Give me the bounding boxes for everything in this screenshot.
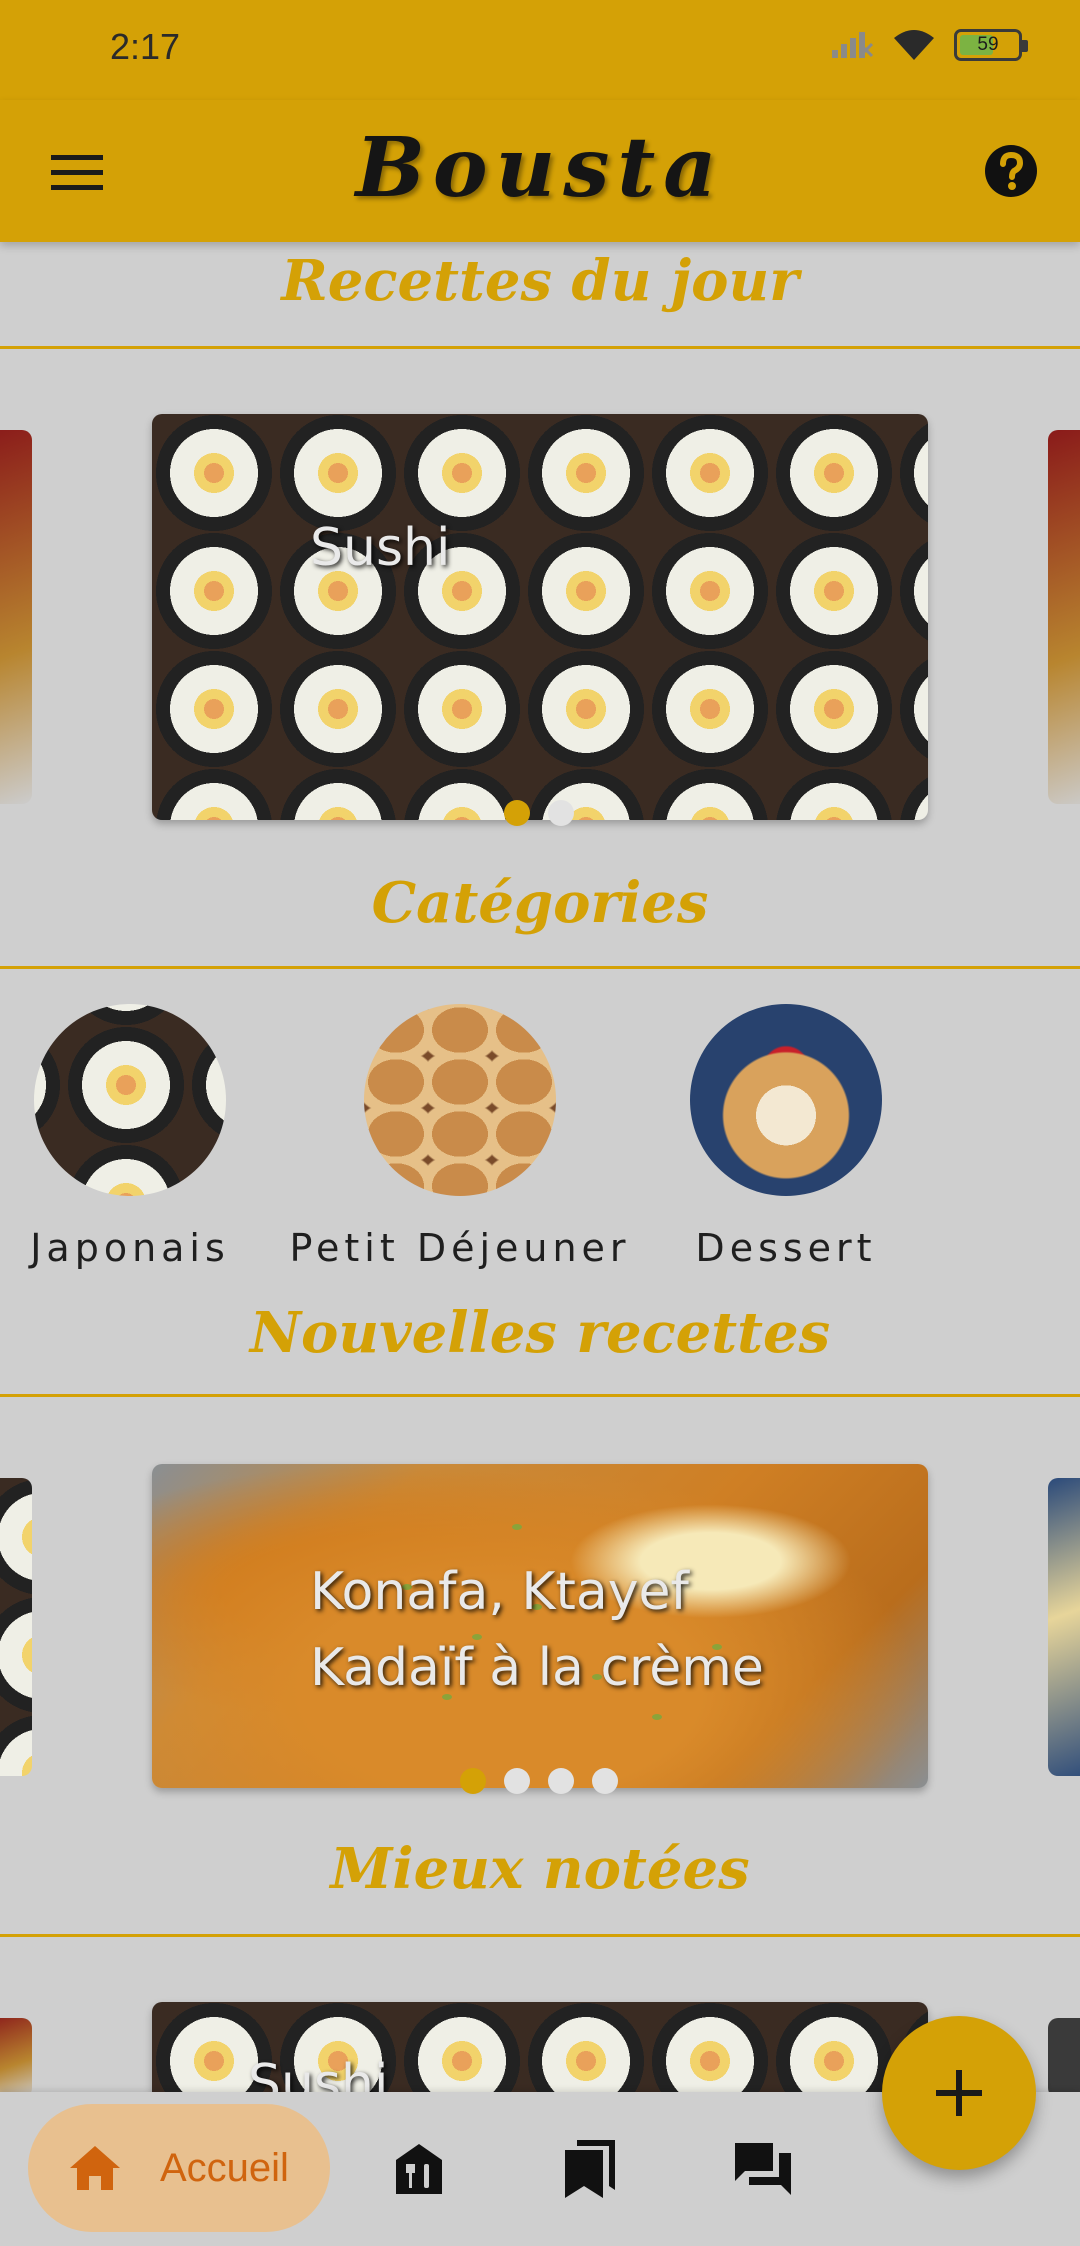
- status-bar: 2:17 59: [0, 0, 1080, 100]
- carousel-dot[interactable]: [592, 1768, 618, 1794]
- section-divider: [0, 1934, 1080, 1937]
- help-circle-icon: [985, 145, 1037, 197]
- bookmarks-icon: [565, 2140, 615, 2198]
- carousel-dot[interactable]: [460, 1768, 486, 1794]
- home-icon: [70, 2146, 120, 2190]
- wifi-icon: [894, 30, 934, 60]
- carousel-dot[interactable]: [504, 1768, 530, 1794]
- carousel-dot[interactable]: [504, 800, 530, 826]
- add-recipe-button[interactable]: [882, 2016, 1036, 2170]
- help-button[interactable]: [976, 136, 1046, 206]
- daily-carousel-indicator: [504, 800, 574, 826]
- new-recipe-caption: Konafa, Ktayef Kadaïf à la crème: [310, 1554, 764, 1706]
- section-title-categories: Catégories: [371, 870, 709, 936]
- carousel-next-card[interactable]: [1048, 2018, 1080, 2098]
- category-label: Japonais: [30, 1226, 230, 1270]
- category-dessert[interactable]: Dessert: [690, 1004, 882, 1270]
- carousel-dot[interactable]: [548, 800, 574, 826]
- nav-item-home[interactable]: Accueil: [28, 2104, 330, 2232]
- daily-recipe-caption: Sushi: [310, 518, 451, 578]
- plus-icon: [936, 2070, 982, 2116]
- no-signal-icon: [832, 32, 874, 58]
- app-title: Bousta: [355, 120, 725, 216]
- app-bar: Bousta: [0, 100, 1080, 242]
- forum-icon: [735, 2143, 791, 2195]
- carousel-next-card[interactable]: [1048, 1478, 1080, 1776]
- category-image: [364, 1004, 556, 1196]
- category-label: Petit Déjeuner: [289, 1226, 631, 1270]
- section-title-new: Nouvelles recettes: [249, 1300, 831, 1366]
- restaurant-icon: [396, 2144, 442, 2194]
- status-icons: 59: [830, 28, 1028, 62]
- battery-percent: 59: [977, 34, 999, 55]
- category-image: [34, 1004, 226, 1196]
- carousel-prev-card[interactable]: [0, 2018, 32, 2098]
- carousel-prev-card[interactable]: [0, 430, 32, 804]
- new-recipe-caption-line2: Kadaïf à la crème: [310, 1638, 764, 1698]
- section-divider: [0, 966, 1080, 969]
- section-divider: [0, 346, 1080, 349]
- daily-recipe-card[interactable]: Sushi: [152, 414, 928, 820]
- section-title-top-rated: Mieux notées: [330, 1836, 750, 1902]
- carousel-prev-card[interactable]: [0, 1478, 32, 1776]
- category-image: [690, 1004, 882, 1196]
- carousel-dot[interactable]: [548, 1768, 574, 1794]
- section-divider: [0, 1394, 1080, 1397]
- nav-item-restaurants[interactable]: [384, 2134, 454, 2204]
- battery-icon: 59: [954, 29, 1028, 61]
- section-title-daily: Recettes du jour: [281, 248, 799, 314]
- nav-item-forum[interactable]: [728, 2134, 798, 2204]
- carousel-next-card[interactable]: [1048, 430, 1080, 804]
- new-recipe-caption-line1: Konafa, Ktayef: [310, 1562, 689, 1622]
- nav-item-saved[interactable]: [556, 2134, 626, 2204]
- new-carousel-indicator: [460, 1768, 618, 1794]
- category-label: Dessert: [695, 1226, 877, 1270]
- category-japonais[interactable]: Japonais: [30, 1004, 226, 1270]
- status-time: 2:17: [110, 26, 181, 67]
- category-petit-dejeuner[interactable]: Petit Déjeuner: [289, 1004, 626, 1270]
- nav-home-label: Accueil: [160, 2145, 289, 2190]
- new-recipe-card[interactable]: Konafa, Ktayef Kadaïf à la crème: [152, 1464, 928, 1788]
